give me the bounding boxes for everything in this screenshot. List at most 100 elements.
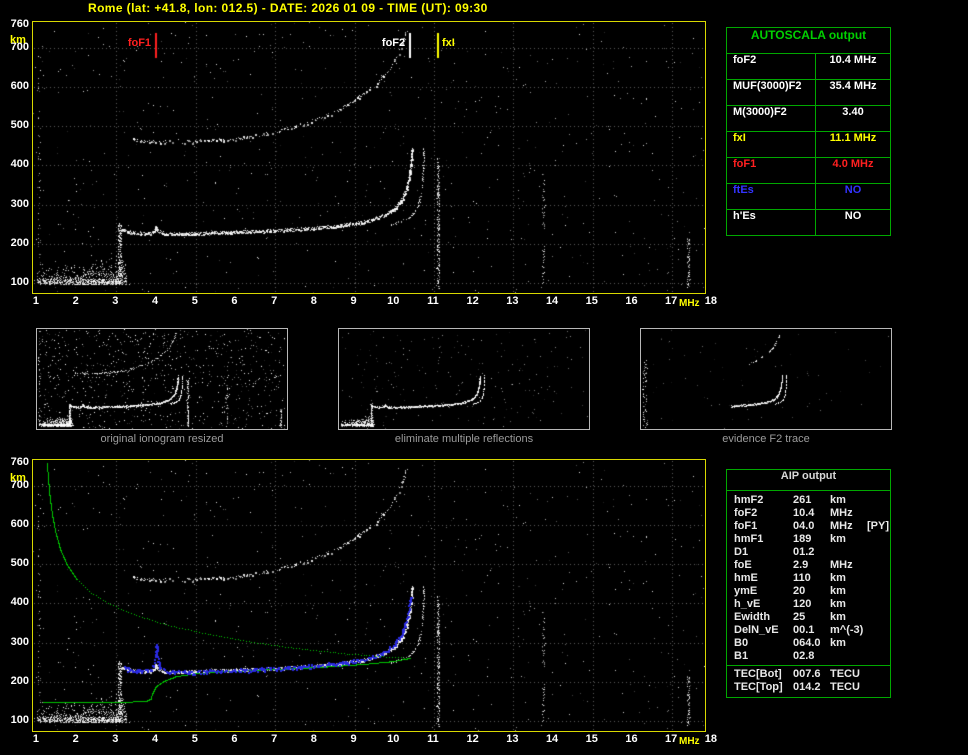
autoscala-row: foF1 4.0 MHz	[727, 158, 890, 184]
aip-param-value: 2.9	[793, 559, 809, 571]
x-tick-label-bottom: 6	[231, 733, 238, 745]
y-tick-label-top: 200	[10, 236, 29, 249]
aip-row: TEC[Top] 014.2 TECU	[727, 681, 890, 694]
y-tick-label-top: 760	[10, 17, 29, 30]
autoscala-output-header: AUTOSCALA output	[727, 28, 890, 54]
y-tick-label-top: 300	[10, 197, 29, 210]
aip-param-unit: km	[830, 598, 846, 610]
thumbnail-original-canvas	[37, 329, 287, 429]
x-tick-label-top: 4	[152, 295, 159, 307]
aip-output-table: AIP output hmF2 261 km foF2 10.4 MHz foF1 04.0 M…	[726, 469, 891, 698]
aip-row: DelN_vE 00.1 m^(-3)	[727, 624, 890, 637]
x-tick-label-top: 11	[427, 295, 439, 307]
aip-param-label: ymE	[734, 585, 758, 597]
aip-param-unit	[830, 546, 867, 559]
aip-param-note	[867, 611, 890, 624]
aip-row: B1 02.8	[727, 650, 890, 663]
x-tick-label-bottom: 2	[72, 733, 79, 745]
autoscala-param-value: NO	[844, 210, 862, 222]
bottom-ionogram-plot	[32, 459, 706, 732]
aip-param-unit: MHz	[830, 507, 853, 519]
bottom-ionogram-canvas	[33, 460, 705, 731]
aip-param-note: [PY]	[867, 520, 889, 532]
x-tick-label-bottom: 11	[427, 733, 439, 745]
marker-label-foF2: foF2	[381, 37, 406, 49]
y-tick-label-top: 100	[10, 275, 29, 288]
aip-param-unit: km	[830, 572, 846, 584]
x-tick-label-top: 6	[231, 295, 238, 307]
thumbnail-multiples-canvas	[339, 329, 589, 429]
x-tick-label-top: 18	[704, 295, 717, 307]
y-tick-label-bottom: 400	[10, 596, 29, 609]
aip-param-value: 014.2	[793, 681, 821, 693]
aip-row: TEC[Bot] 007.6 TECU	[727, 668, 890, 681]
aip-param-value: 25	[793, 611, 806, 623]
aip-row: foE 2.9 MHz	[727, 559, 890, 572]
y-tick-label-top: 500	[10, 119, 29, 132]
aip-param-label: Ewidth	[734, 611, 771, 623]
aip-param-value: 007.6	[793, 668, 821, 680]
x-tick-label-top: 16	[625, 295, 638, 307]
x-axis-unit-top: MHz	[679, 298, 700, 309]
aip-param-label: D1	[734, 546, 749, 558]
aip-param-label: foF2	[734, 507, 758, 519]
x-tick-label-top: 3	[112, 295, 119, 307]
aip-param-value: 120	[793, 598, 812, 610]
aip-param-label: hmF2	[734, 494, 764, 506]
autoscala-row: h'Es NO	[727, 210, 890, 235]
x-tick-label-top: 14	[545, 295, 559, 307]
autoscala-row: M(3000)F2 3.40	[727, 106, 890, 132]
aip-rows: hmF2 261 km foF2 10.4 MHz foF1 04.0 MHz [PY] hmF1 1…	[727, 494, 890, 694]
autoscala-param-label: MUF(3000)F2	[727, 80, 816, 105]
x-tick-label-bottom: 16	[625, 733, 638, 745]
aip-param-value: 01.2	[793, 546, 815, 558]
aip-param-unit	[830, 650, 867, 663]
x-tick-label-top: 12	[466, 295, 479, 307]
aip-row: hmF2 261 km	[727, 494, 890, 507]
x-tick-label-top: 9	[350, 295, 357, 307]
aip-row: hmF1 189 km	[727, 533, 890, 546]
aip-param-value: 00.1	[793, 624, 815, 636]
marker-label-fxI: fxI	[441, 37, 455, 49]
aip-param-label: foF1	[734, 520, 758, 532]
aip-param-value: 04.0	[793, 520, 815, 532]
top-ionogram-plot	[32, 21, 706, 294]
aip-param-label: h_vE	[734, 598, 761, 610]
aip-param-label: foE	[734, 559, 752, 571]
autoscala-param-label: M(3000)F2	[727, 106, 816, 131]
x-tick-label-top: 10	[387, 295, 400, 307]
aip-param-value: 261	[793, 494, 812, 506]
x-tick-label-bottom: 9	[350, 733, 357, 745]
aip-param-label: hmE	[734, 572, 758, 584]
autoscala-param-label: ftEs	[727, 184, 816, 209]
autoscala-param-value: 11.1 MHz	[829, 132, 877, 144]
aip-row: foF1 04.0 MHz [PY]	[727, 520, 890, 533]
aip-param-unit: MHz	[830, 520, 853, 532]
x-tick-label-top: 7	[271, 295, 278, 307]
aip-param-value: 02.8	[793, 650, 815, 662]
thumbnail-multiples-removed	[338, 328, 590, 430]
autoscala-param-value: 10.4 MHz	[829, 54, 877, 66]
x-tick-label-bottom: 13	[506, 733, 519, 745]
autoscala-row: MUF(3000)F2 35.4 MHz	[727, 80, 890, 106]
aip-param-unit: TECU	[830, 681, 860, 693]
autoscala-row: foF2 10.4 MHz	[727, 54, 890, 80]
x-tick-label-bottom: 5	[191, 733, 198, 745]
x-tick-label-bottom: 10	[387, 733, 400, 745]
thumbnail-f2-canvas	[641, 329, 891, 429]
x-tick-label-bottom: 3	[112, 733, 119, 745]
autoscala-screen: Rome (lat: +41.8, lon: 012.5) - DATE: 20…	[0, 0, 968, 755]
aip-param-note	[867, 533, 890, 546]
x-tick-label-top: 13	[506, 295, 519, 307]
aip-param-label: TEC[Top]	[734, 681, 783, 693]
y-tick-label-top: 400	[10, 158, 29, 171]
aip-param-note	[867, 598, 890, 611]
aip-param-unit: km	[830, 611, 846, 623]
x-tick-label-bottom: 14	[545, 733, 559, 745]
x-tick-label-bottom: 12	[466, 733, 479, 745]
x-tick-label-top: 8	[310, 295, 317, 307]
autoscala-row: fxI 11.1 MHz	[727, 132, 890, 158]
aip-param-note	[867, 559, 890, 572]
y-tick-label-bottom: 200	[10, 674, 29, 687]
aip-row: Ewidth 25 km	[727, 611, 890, 624]
